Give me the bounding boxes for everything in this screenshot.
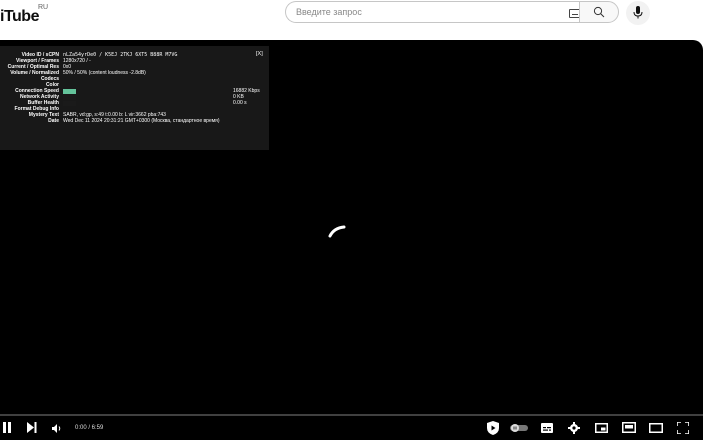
player-controls: 0:00 / 6:59 (0, 418, 703, 440)
stat-value: Wed Dec 11 2024 20:31:21 GMT+0300 (Москв… (63, 118, 220, 124)
voice-search-button[interactable] (626, 1, 650, 25)
stat-row-date: Date Wed Dec 11 2024 20:31:21 GMT+0300 (… (0, 118, 269, 124)
masthead: iTube RU (0, 0, 703, 40)
loading-spinner-icon (328, 225, 346, 238)
cinema-mode-icon[interactable] (649, 423, 663, 433)
pause-icon[interactable] (2, 422, 12, 433)
progress-bar[interactable] (0, 414, 703, 416)
theater-mode-icon[interactable] (622, 422, 636, 433)
search-button[interactable] (579, 1, 619, 23)
youtube-logo[interactable]: iTube (0, 8, 39, 26)
next-icon[interactable] (26, 422, 37, 433)
fullscreen-icon[interactable] (677, 422, 689, 434)
stats-for-nerds-panel: [X] Video ID / sCPN nLZa54yrDe0 / K5EJ 2… (0, 46, 269, 150)
logo-region-label: RU (38, 4, 49, 11)
shield-play-icon[interactable] (486, 421, 500, 435)
search-input[interactable] (296, 2, 546, 22)
subtitles-icon[interactable] (541, 423, 553, 433)
time-display: 0:00 / 6:59 (75, 425, 104, 431)
search-icon (593, 6, 605, 18)
autoplay-toggle[interactable] (510, 424, 528, 432)
miniplayer-icon[interactable] (595, 423, 608, 433)
video-player[interactable]: [X] Video ID / sCPN nLZa54yrDe0 / K5EJ 2… (0, 40, 703, 440)
microphone-icon (633, 6, 643, 19)
gear-icon[interactable] (568, 422, 580, 434)
search-box[interactable] (285, 1, 581, 23)
volume-icon[interactable] (52, 424, 62, 433)
stat-label: Date (48, 118, 59, 124)
